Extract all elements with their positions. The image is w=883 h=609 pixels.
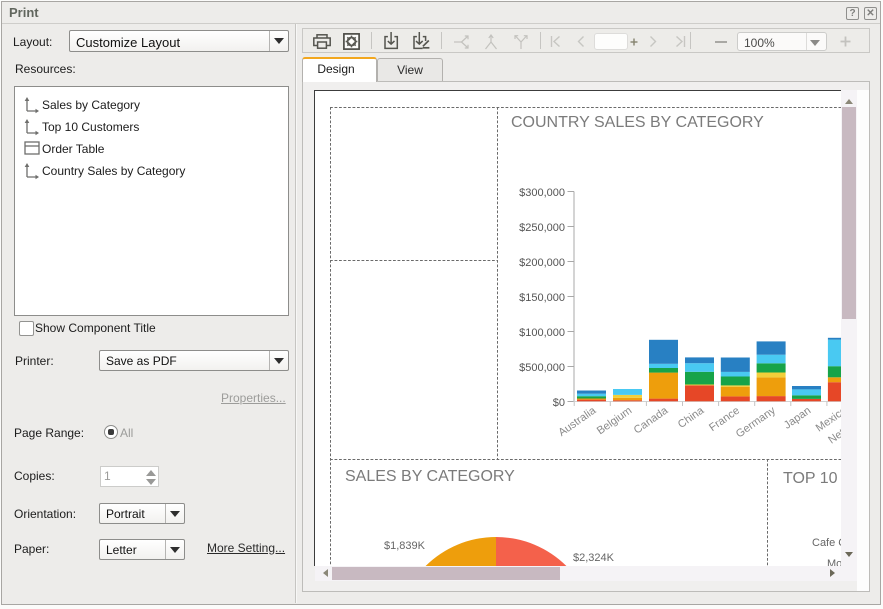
svg-text:$2,324K: $2,324K — [573, 552, 615, 564]
svg-text:$0: $0 — [553, 397, 565, 409]
svg-text:$150,000: $150,000 — [519, 292, 565, 304]
svg-text:$100,000: $100,000 — [519, 327, 565, 339]
svg-text:Germany: Germany — [734, 404, 778, 440]
svg-text:China: China — [676, 404, 707, 431]
svg-text:Canada: Canada — [632, 404, 671, 436]
svg-text:Japan: Japan — [782, 405, 813, 432]
svg-text:$250,000: $250,000 — [519, 222, 565, 234]
svg-text:$200,000: $200,000 — [519, 257, 565, 269]
svg-text:$500,000: $500,000 — [519, 362, 565, 374]
svg-text:Mont: Mont — [827, 558, 841, 566]
svg-text:$300,000: $300,000 — [519, 187, 565, 199]
svg-text:Belgium: Belgium — [595, 405, 634, 438]
svg-text:$1,839K: $1,839K — [384, 540, 426, 552]
svg-text:Australia: Australia — [556, 404, 599, 439]
svg-text:Cafe Com: Cafe Com — [812, 537, 841, 549]
